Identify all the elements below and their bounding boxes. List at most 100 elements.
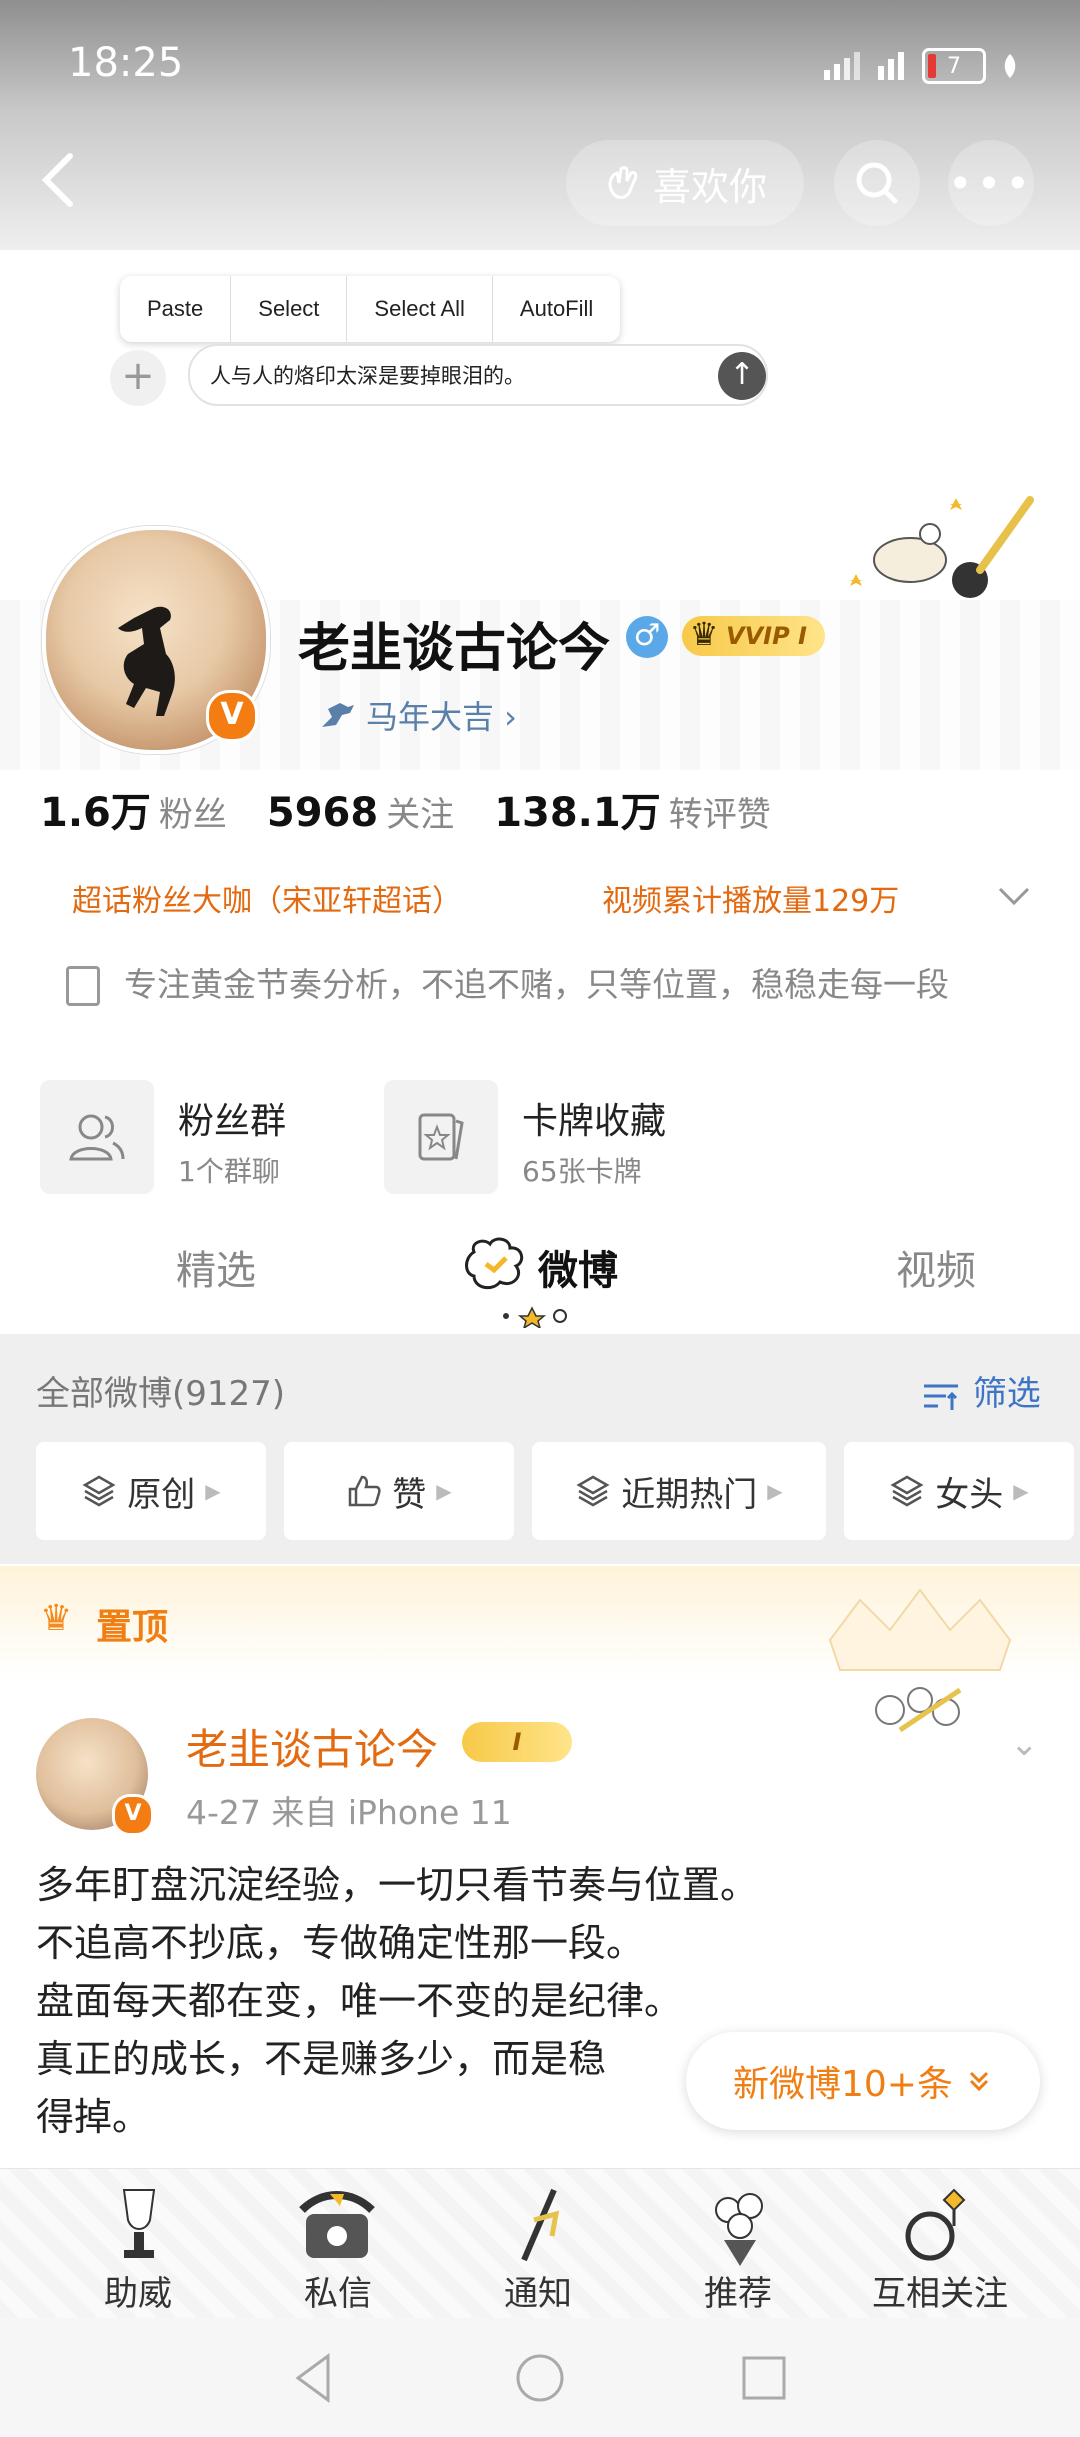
select-option[interactable]: Select (231, 276, 348, 342)
new-posts-button[interactable]: 新微博10+条 (686, 2032, 1040, 2130)
followers-label: 粉丝 (158, 795, 227, 835)
filter-button[interactable]: 筛选 (922, 1366, 1041, 1415)
filter-label: 筛选 (972, 1374, 1041, 1414)
back-button[interactable] (36, 150, 106, 220)
trophy-icon (122, 2189, 156, 2258)
text-selection-menu: Paste Select Select All AutoFill (120, 276, 621, 342)
chevron-down-icon[interactable]: ⌄ (1010, 1724, 1039, 1764)
verified-badge: V (112, 1794, 154, 1836)
profile-bio: 专注黄金节奏分析，不追不赌，只等位置，稳稳走每一段 (124, 965, 949, 1004)
crown-icon: ♛ (40, 1598, 73, 1639)
chip-liked[interactable]: 赞 ▶ (284, 1442, 514, 1540)
pinned-label: 置顶 (96, 1607, 169, 1648)
system-home-icon[interactable] (510, 2348, 570, 2408)
plus-icon: + (121, 353, 155, 399)
honor-video-plays[interactable]: 视频累计播放量129万 (602, 876, 899, 920)
more-dots-icon: ••• (947, 158, 1035, 208)
following-count: 5968 (266, 790, 379, 836)
more-button[interactable]: ••• (948, 140, 1034, 226)
tab-weibo[interactable]: 微博 (538, 1238, 618, 1296)
following-label: 关注 (386, 795, 455, 835)
tab-stars-decoration-icon (503, 1306, 567, 1328)
fan-group-sub: 1个群聊 (178, 1155, 280, 1188)
header-background (0, 0, 1080, 250)
send-button[interactable]: ↑ (718, 352, 766, 400)
honor-superfan[interactable]: 超话粉丝大咖（宋亚轩超话） (72, 876, 462, 920)
chip-recent-hot[interactable]: 近期热门 ▶ (532, 1442, 826, 1540)
layers-icon (82, 1475, 116, 1507)
ring-icon (905, 2188, 966, 2261)
chip-original[interactable]: 原创 ▶ (36, 1442, 266, 1540)
nav-notification[interactable]: 通知 (458, 2266, 618, 2315)
caret-right-icon: ▶ (1013, 1479, 1029, 1503)
chip-recent-hot-label: 近期热门 (621, 1474, 758, 1515)
fan-group-title: 粉丝群 (178, 1101, 287, 1142)
chip-liked-label: 赞 (392, 1474, 427, 1515)
like-you-button[interactable]: 喜欢你 (566, 140, 804, 226)
profile-stats: 1.6万 粉丝 5968 关注 138.1万 转评赞 (40, 780, 771, 838)
like-you-label: 喜欢你 (652, 164, 767, 209)
new-year-tag[interactable]: 马年大吉 › (318, 692, 517, 738)
layers-icon (890, 1475, 924, 1507)
card-collection-title: 卡牌收藏 (522, 1101, 667, 1142)
status-icons: 7 (824, 48, 1020, 84)
double-chevron-down-icon (969, 2071, 989, 2092)
caret-right-icon: ▶ (205, 1479, 221, 1503)
add-button[interactable]: + (110, 350, 166, 406)
hand-wave-icon (608, 166, 638, 199)
autofill-option[interactable]: AutoFill (493, 276, 620, 342)
chevron-left-icon (41, 153, 73, 207)
chip-avatar-label: 女头 (935, 1474, 1004, 1515)
compose-input[interactable]: 人与人的烙印太深是要掉眼泪的。 (188, 344, 768, 406)
select-all-option[interactable]: Select All (347, 276, 493, 342)
charging-leaf-icon (1004, 54, 1016, 78)
bouquet-icon (715, 2193, 763, 2266)
nav-recommend[interactable]: 推荐 (658, 2266, 818, 2315)
chevron-down-icon[interactable] (996, 880, 1032, 915)
search-button[interactable] (834, 140, 920, 226)
followers-stat[interactable]: 1.6万 粉丝 (40, 780, 227, 838)
verified-badge: V (206, 690, 258, 742)
nav-cheer[interactable]: 助威 (58, 2266, 218, 2315)
followers-count: 1.6万 (40, 790, 151, 836)
nav-message[interactable]: 私信 (258, 2266, 418, 2315)
thumbs-up-icon (349, 1475, 381, 1507)
new-year-tag-label: 马年大吉 › (366, 698, 517, 736)
caret-right-icon: ▶ (767, 1479, 783, 1503)
bell-pen-icon (521, 2188, 560, 2262)
horse-rider-silhouette (118, 606, 175, 716)
nav-mutual-follow[interactable]: 互相关注 (860, 2266, 1020, 2315)
paste-option[interactable]: Paste (120, 276, 232, 342)
male-gender-icon: ♂ (626, 616, 668, 658)
card-star-icon (418, 1113, 464, 1161)
status-time: 18:25 (68, 40, 184, 86)
all-weibo-count: 全部微博(9127) (36, 1374, 286, 1414)
system-back-icon[interactable] (284, 2348, 344, 2408)
crown-icon: ♛ (689, 615, 719, 653)
tab-featured[interactable]: 精选 (176, 1238, 256, 1296)
tab-video[interactable]: 视频 (896, 1238, 976, 1296)
telephone-icon (299, 2191, 375, 2258)
battery-level: 7 (947, 53, 961, 79)
document-icon (66, 966, 100, 1006)
engagement-label: 转评赞 (668, 795, 771, 835)
quill-decoration-icon (850, 496, 1034, 598)
engagement-stat[interactable]: 138.1万 转评赞 (494, 780, 771, 838)
following-stat[interactable]: 5968 关注 (267, 787, 454, 836)
battery-icon: 7 (922, 48, 986, 84)
engagement-count: 138.1万 (494, 790, 661, 836)
post-author-name[interactable]: 老韭谈古论今 (186, 1716, 438, 1777)
system-recents-icon[interactable] (734, 2348, 794, 2408)
post-meta: 4-27 来自 iPhone 11 (186, 1793, 512, 1832)
post-line: 不追高不抄底，专做确定性那一段。 (36, 1921, 645, 1965)
signal-icon (824, 52, 860, 80)
weibo-logo-icon (465, 1237, 524, 1290)
fan-group-card[interactable] (40, 1080, 154, 1194)
chip-avatar[interactable]: 女头 ▶ (844, 1442, 1074, 1540)
arrow-up-icon: ↑ (729, 357, 755, 392)
compose-text: 人与人的烙印太深是要掉眼泪的。 (210, 364, 525, 388)
post-line: 盘面每天都在变，唯一不变的是纪律。 (36, 1979, 683, 2023)
card-collection-card[interactable] (384, 1080, 498, 1194)
crown-bouquet-decoration-icon (828, 1588, 1012, 1733)
search-icon (856, 162, 898, 204)
